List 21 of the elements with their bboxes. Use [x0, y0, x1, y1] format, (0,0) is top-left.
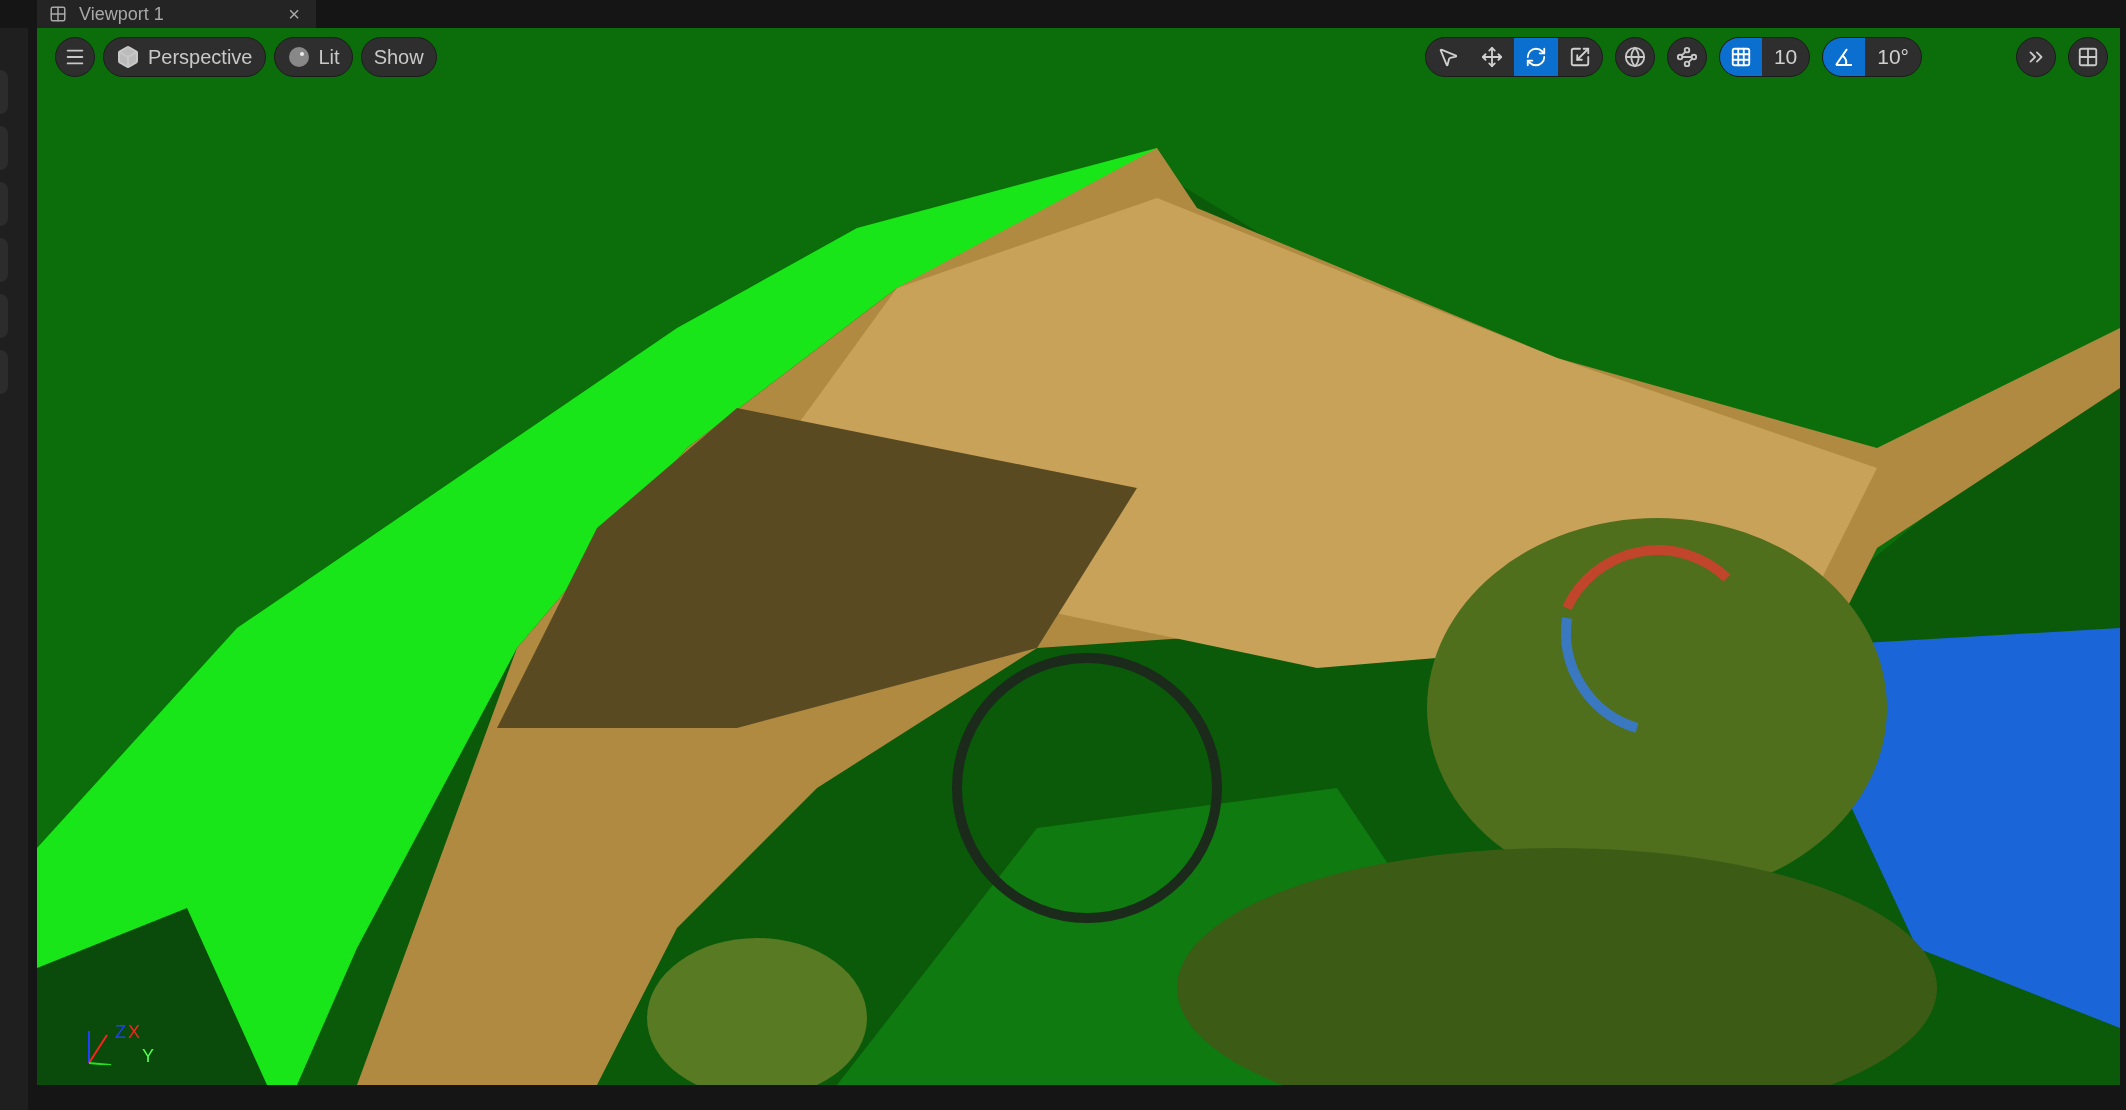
- globe-icon: [1623, 46, 1646, 68]
- grid-snap-toggle[interactable]: [1719, 38, 1762, 76]
- light-bulb-icon: [286, 45, 311, 69]
- scale-icon: [1568, 46, 1591, 68]
- transform-tool[interactable]: [1513, 38, 1558, 76]
- cube-icon: [116, 45, 140, 69]
- grid-icon: [1729, 46, 1752, 68]
- move-icon: [1480, 46, 1503, 68]
- window-grid-icon: [49, 5, 67, 23]
- axis-y-label: Y: [142, 1047, 155, 1065]
- tab-title: Viewport 1: [79, 2, 165, 26]
- axis-lines-icon: [87, 1029, 113, 1065]
- viewport-tab[interactable]: Viewport 1 ×: [37, 0, 316, 28]
- close-button[interactable]: ×: [284, 4, 304, 24]
- rotation-snap-toggle[interactable]: [1823, 38, 1866, 76]
- rotate-icon: [1524, 46, 1547, 68]
- axis-z-label: Z: [115, 1023, 126, 1041]
- axis-x-label: X: [128, 1023, 140, 1041]
- layout-icon: [2077, 46, 2099, 68]
- nodes-icon: [1675, 46, 1698, 68]
- perspective-button[interactable]: Perspective: [103, 37, 266, 77]
